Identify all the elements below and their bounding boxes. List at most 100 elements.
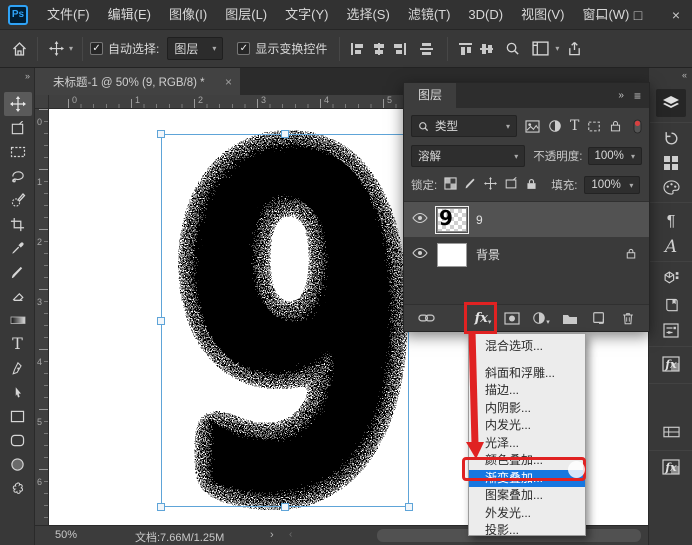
align-middle-icon[interactable]: [480, 43, 493, 55]
lock-artboard-icon[interactable]: [504, 177, 518, 193]
menu-layer[interactable]: 图层(L): [216, 0, 276, 30]
lock-position-icon[interactable]: [484, 177, 497, 193]
close-button[interactable]: ×: [668, 8, 684, 22]
transform-handle-top-center[interactable]: [281, 130, 289, 138]
blend-mode-dropdown[interactable]: 溶解 ▾: [411, 145, 525, 167]
layer-row-9[interactable]: 9 9: [404, 202, 649, 237]
new-adjustment-layer-icon[interactable]: ▾: [532, 309, 550, 327]
panel-expand-icon[interactable]: »: [618, 90, 624, 101]
fill-dropdown[interactable]: 100% ▾: [584, 176, 640, 194]
menu-file[interactable]: 文件(F): [38, 0, 99, 30]
menu-type[interactable]: 文字(Y): [276, 0, 337, 30]
document-tab[interactable]: 未标题-1 @ 50% (9, RGB/8) * ×: [35, 68, 240, 95]
layers-tab[interactable]: 图层: [404, 83, 456, 108]
menu-image[interactable]: 图像(I): [160, 0, 216, 30]
show-transform-checkbox[interactable]: ✓: [237, 42, 250, 55]
filter-type-layers-icon[interactable]: T: [570, 118, 579, 134]
dock-timeline-icon[interactable]: [656, 418, 686, 446]
transform-handle-bottom-left[interactable]: [157, 503, 165, 511]
transform-handle-middle-left[interactable]: [157, 317, 165, 325]
layer-name[interactable]: 背景: [476, 246, 500, 263]
align-top-icon[interactable]: [459, 43, 472, 55]
toolbar-collapse-icon[interactable]: »: [25, 71, 29, 81]
lasso-tool[interactable]: [4, 164, 32, 188]
custom-shape-tool[interactable]: [4, 476, 32, 500]
path-selection-tool[interactable]: [4, 380, 32, 404]
dock-effects-fx-icon[interactable]: fx: [656, 453, 686, 481]
transform-handle-top-left[interactable]: [157, 130, 165, 138]
move-tool-preset-icon[interactable]: [45, 38, 67, 60]
dock-paragraph-icon[interactable]: ¶: [656, 208, 686, 236]
menu-filter[interactable]: 滤镜(T): [399, 0, 460, 30]
visibility-eye-icon[interactable]: [412, 247, 428, 262]
filter-adjustment-layers-icon[interactable]: [548, 119, 562, 133]
chevron-down-icon[interactable]: ▾: [69, 44, 73, 53]
transform-bounding-box[interactable]: [161, 134, 409, 507]
auto-select-target-dropdown[interactable]: 图层 ▾: [167, 37, 223, 60]
crop-tool[interactable]: [4, 212, 32, 236]
transform-handle-bottom-center[interactable]: [281, 503, 289, 511]
tab-close-icon[interactable]: ×: [225, 75, 232, 89]
layer-name[interactable]: 9: [476, 213, 483, 227]
opacity-dropdown[interactable]: 100% ▾: [588, 147, 643, 165]
distribute-icon[interactable]: [420, 43, 433, 55]
dock-character-icon[interactable]: A: [656, 233, 686, 261]
menu-item-drop-shadow[interactable]: 投影...: [469, 522, 585, 540]
dock-styles-fx-icon[interactable]: fx: [656, 350, 686, 378]
link-layers-icon[interactable]: [417, 309, 435, 327]
rectangle-tool[interactable]: [4, 404, 32, 428]
layer-thumbnail[interactable]: 9: [437, 208, 467, 232]
menu-select[interactable]: 选择(S): [337, 0, 398, 30]
dock-layers-icon[interactable]: [656, 89, 686, 117]
menu-3d[interactable]: 3D(D): [459, 0, 512, 30]
transform-handle-bottom-right[interactable]: [405, 503, 413, 511]
add-layer-mask-icon[interactable]: [503, 309, 521, 327]
maximize-button[interactable]: □: [630, 8, 646, 22]
align-right-icon[interactable]: [393, 43, 406, 55]
menu-item-outer-glow[interactable]: 外发光...: [469, 505, 585, 523]
align-left-icon[interactable]: [351, 43, 364, 55]
filter-shape-layers-icon[interactable]: [587, 120, 601, 133]
dock-properties-icon[interactable]: [656, 316, 686, 344]
filter-type-dropdown[interactable]: 类型 ▾: [411, 115, 517, 137]
dock-libraries-icon[interactable]: [656, 291, 686, 319]
dock-color-swatches-icon[interactable]: [656, 173, 686, 201]
frame-tool[interactable]: [4, 116, 32, 140]
layer-thumbnail[interactable]: [437, 243, 467, 267]
lock-transparency-icon[interactable]: [444, 177, 457, 193]
rounded-rectangle-tool[interactable]: [4, 428, 32, 452]
eyedropper-tool[interactable]: [4, 236, 32, 260]
filter-toggle-switch[interactable]: [633, 119, 642, 134]
workspace-switcher-icon[interactable]: [529, 38, 551, 60]
ellipse-tool[interactable]: [4, 452, 32, 476]
layer-row-background[interactable]: 背景: [404, 237, 649, 272]
align-center-icon[interactable]: [372, 43, 385, 55]
dock-glyphs-icon[interactable]: [656, 264, 686, 292]
search-icon[interactable]: [501, 38, 523, 60]
home-icon[interactable]: [8, 38, 30, 60]
chevron-down-icon[interactable]: ▾: [555, 44, 559, 53]
lock-pixels-icon[interactable]: [464, 177, 477, 193]
gradient-tool[interactable]: [4, 308, 32, 332]
menu-view[interactable]: 视图(V): [512, 0, 573, 30]
status-chevron-icon[interactable]: ›: [270, 529, 274, 541]
zoom-level[interactable]: 50%: [55, 529, 77, 541]
dock-history-icon[interactable]: [656, 124, 686, 152]
brush-tool[interactable]: [4, 260, 32, 284]
delete-layer-trash-icon[interactable]: [619, 309, 637, 327]
pen-tool[interactable]: [4, 356, 32, 380]
move-tool[interactable]: [4, 92, 32, 116]
share-icon[interactable]: [563, 38, 585, 60]
filter-pixel-layers-icon[interactable]: [525, 120, 540, 133]
visibility-eye-icon[interactable]: [412, 212, 428, 227]
panel-menu-icon[interactable]: ≡: [634, 89, 641, 103]
menu-item-pattern-overlay[interactable]: 图案叠加...: [469, 487, 585, 505]
marquee-tool[interactable]: [4, 140, 32, 164]
auto-select-checkbox[interactable]: ✓: [90, 42, 103, 55]
filter-smart-object-icon[interactable]: [609, 119, 622, 133]
type-tool[interactable]: T: [4, 332, 32, 356]
minimize-button[interactable]: –: [592, 8, 608, 22]
new-layer-icon[interactable]: [590, 309, 608, 327]
quick-selection-tool[interactable]: [4, 188, 32, 212]
new-group-folder-icon[interactable]: [561, 309, 579, 327]
